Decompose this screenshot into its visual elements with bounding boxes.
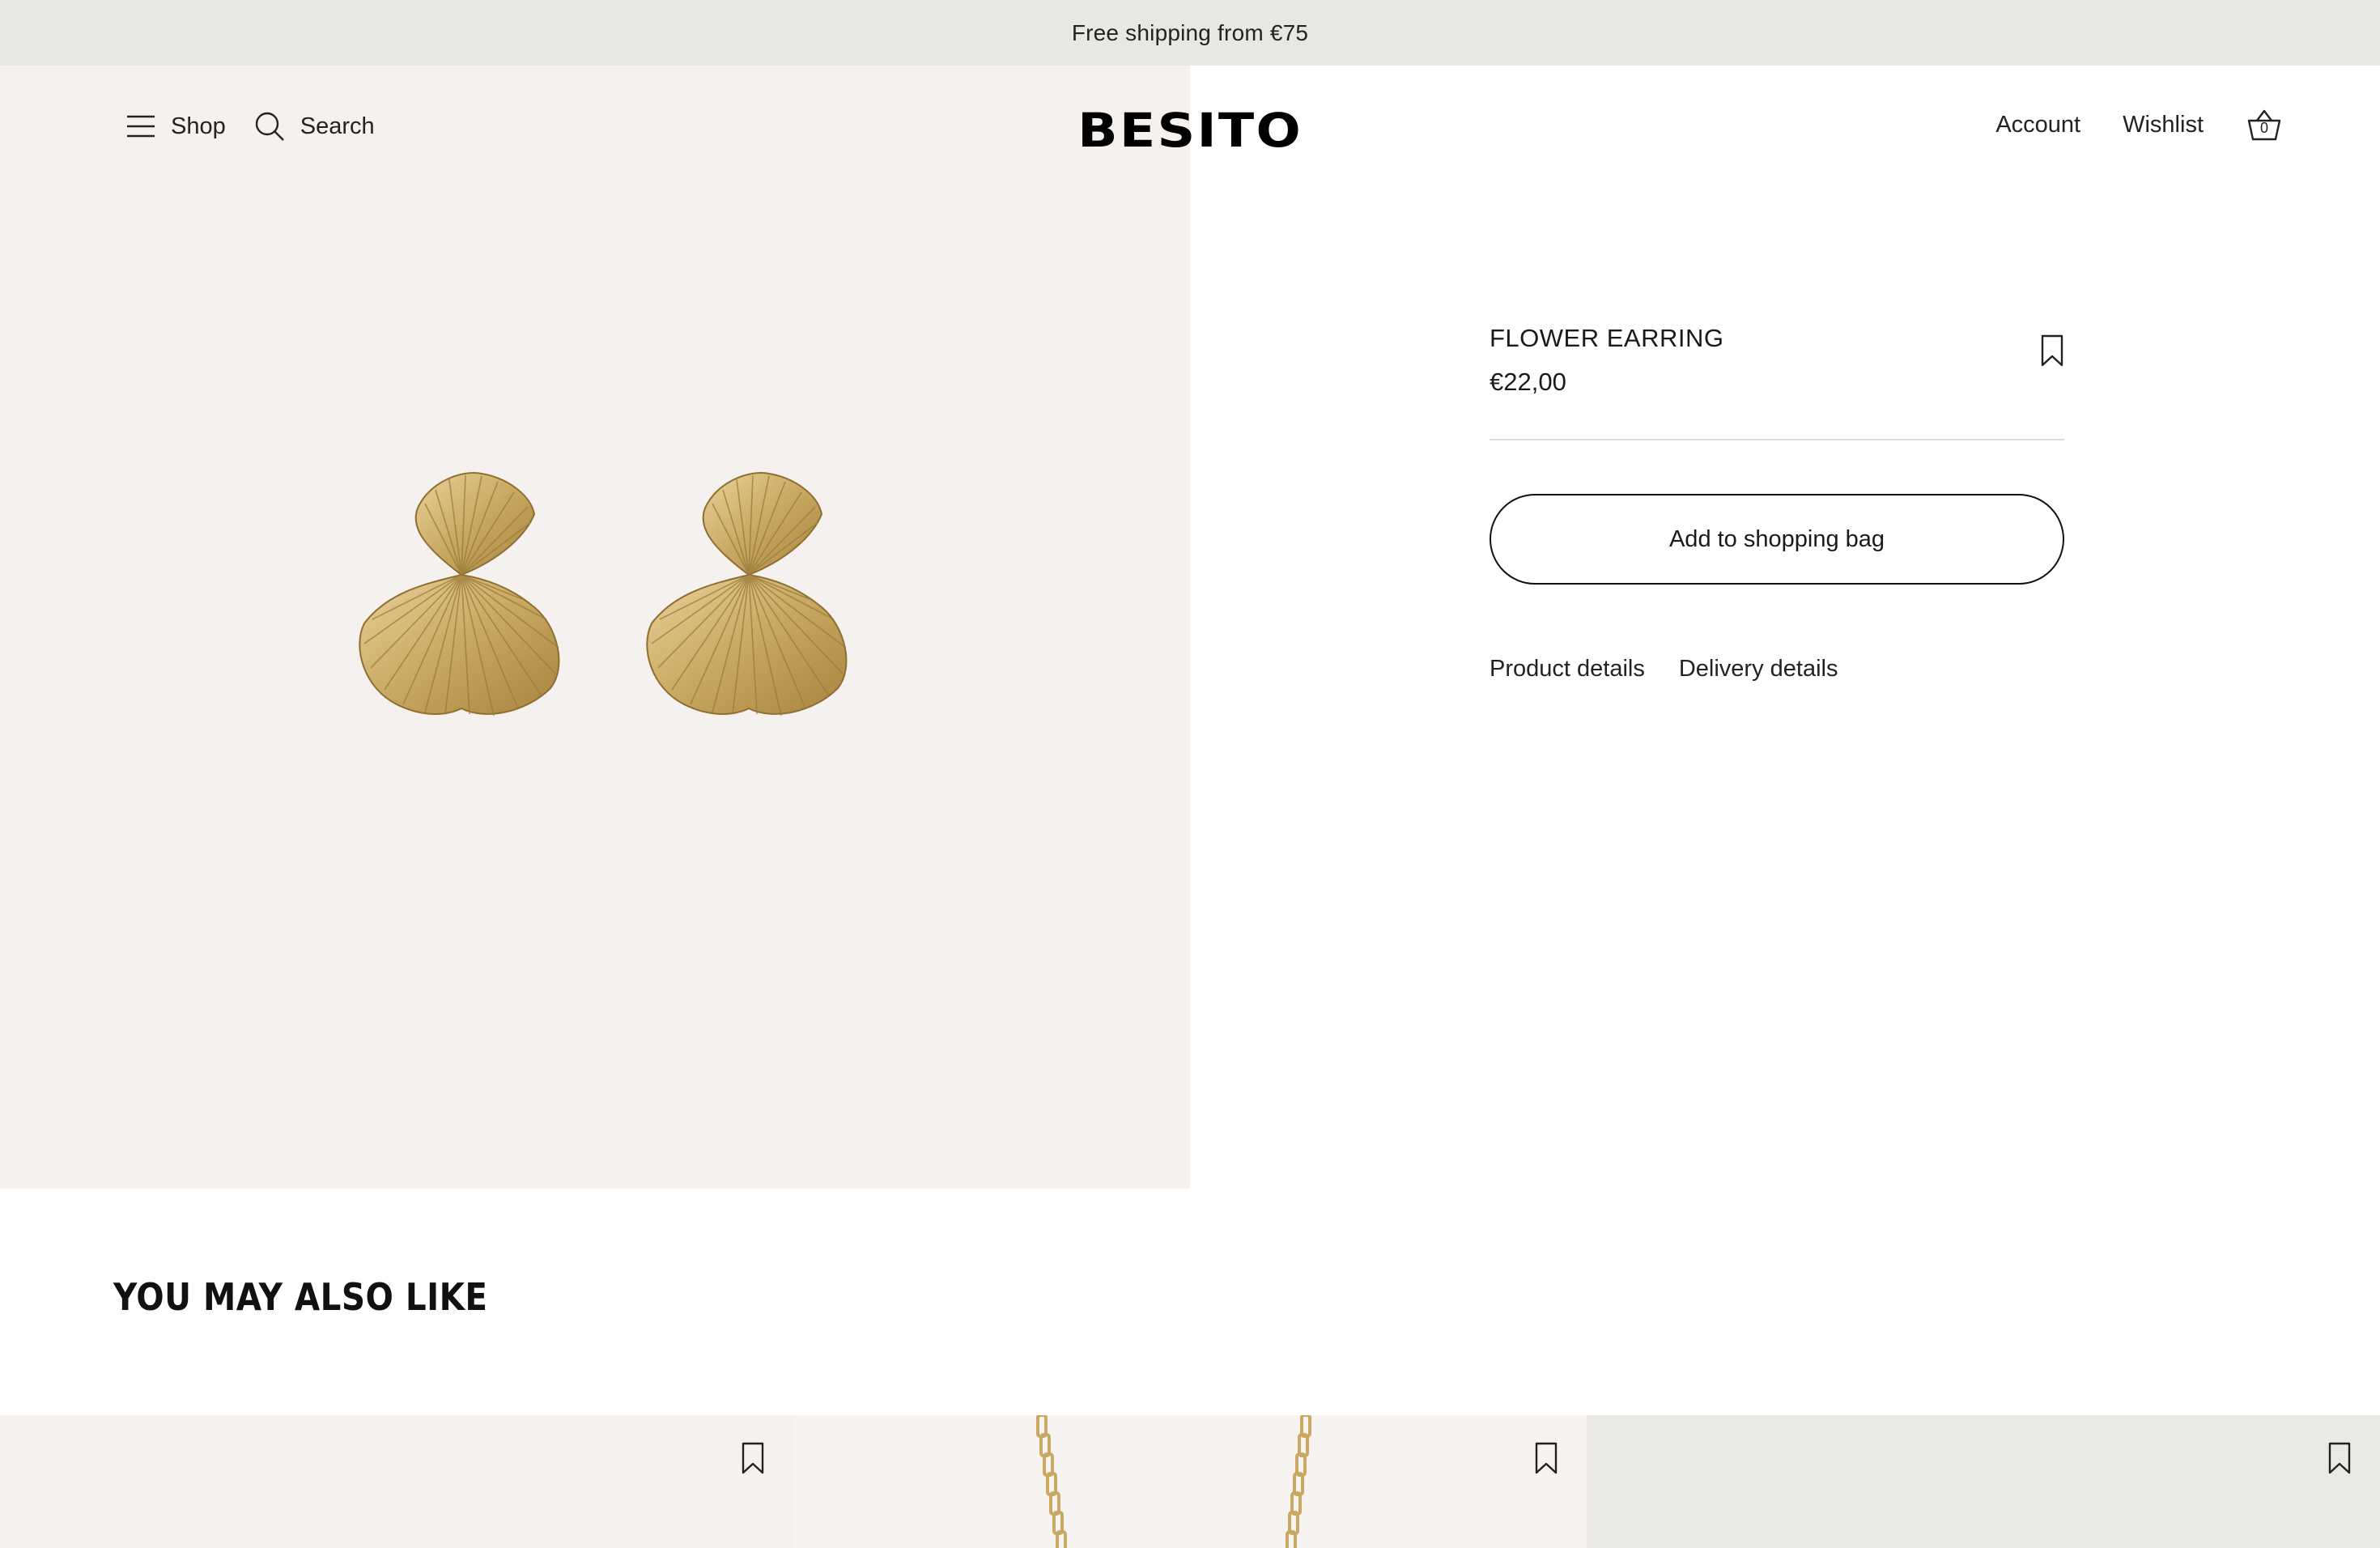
search-button[interactable]: Search bbox=[253, 110, 375, 142]
announcement-text: Free shipping from €75 bbox=[1071, 19, 1309, 45]
bookmark-icon[interactable] bbox=[2327, 1441, 2352, 1475]
cart-count: 0 bbox=[2259, 120, 2268, 136]
divider bbox=[1490, 439, 2064, 440]
recommendation-card[interactable] bbox=[793, 1415, 1587, 1548]
recommendation-card[interactable] bbox=[1587, 1415, 2380, 1548]
product-info: FLOWER EARRING €22,00 Add to shopping ba… bbox=[1490, 324, 2064, 683]
add-to-bag-button[interactable]: Add to shopping bag bbox=[1490, 494, 2064, 585]
flower-earring-image bbox=[359, 472, 848, 717]
cart-button[interactable]: 0 bbox=[2246, 106, 2283, 143]
site-header: Shop Search BESITO Account Wishlist 0 bbox=[0, 66, 2380, 195]
account-link[interactable]: Account bbox=[1995, 112, 2080, 138]
wishlist-link[interactable]: Wishlist bbox=[2123, 112, 2204, 138]
menu-icon bbox=[127, 115, 155, 138]
recommendations-heading: YOU MAY ALSO LIKE bbox=[113, 1275, 488, 1319]
bookmark-icon[interactable] bbox=[2040, 334, 2064, 368]
detail-tabs: Product details Delivery details bbox=[1490, 656, 2064, 683]
tab-delivery-details[interactable]: Delivery details bbox=[1679, 656, 1838, 683]
tab-product-details[interactable]: Product details bbox=[1490, 656, 1645, 683]
search-label: Search bbox=[300, 113, 375, 139]
search-icon bbox=[255, 112, 284, 141]
product-title: FLOWER EARRING bbox=[1490, 324, 1724, 352]
chain-necklace-image bbox=[1036, 1415, 1311, 1548]
header-right-nav: Account Wishlist 0 bbox=[1995, 106, 2283, 143]
logo[interactable]: BESITO bbox=[1072, 103, 1307, 158]
bookmark-icon[interactable] bbox=[741, 1441, 765, 1475]
bookmark-icon[interactable] bbox=[1534, 1441, 1558, 1475]
header-left-nav: Shop Search bbox=[125, 110, 375, 142]
announcement-bar: Free shipping from €75 bbox=[0, 0, 2380, 66]
shop-label: Shop bbox=[171, 113, 226, 139]
shop-menu-button[interactable]: Shop bbox=[125, 113, 226, 140]
recommendation-card[interactable] bbox=[0, 1415, 793, 1548]
product-price: €22,00 bbox=[1490, 368, 1566, 396]
add-to-bag-label: Add to shopping bag bbox=[1668, 525, 1885, 552]
